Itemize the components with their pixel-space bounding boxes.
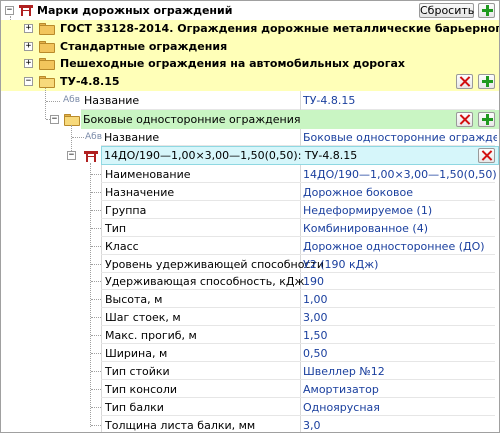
property-value[interactable]: 0,50 bbox=[303, 347, 497, 360]
text-field-icon: Абв bbox=[63, 95, 81, 105]
side-group-row[interactable]: − Боковые односторонние ограждения bbox=[1, 110, 499, 129]
expand-toggle[interactable]: + bbox=[24, 24, 33, 33]
delete-button[interactable] bbox=[456, 74, 473, 89]
delete-icon bbox=[460, 114, 470, 125]
side-name-value[interactable]: Боковые односторонние ограждения bbox=[303, 131, 497, 144]
item-label: 14ДО/190—1,00×3,00—1,50(0,50): ТУ-4.8.15 bbox=[104, 149, 358, 162]
property-label: Шаг стоек, м bbox=[105, 311, 181, 324]
property-row: Назначение Дорожное боковое bbox=[1, 183, 499, 201]
side-name-row: Абв Название Боковые односторонние ограж… bbox=[1, 129, 499, 146]
property-row: Высота, м 1,00 bbox=[1, 290, 499, 308]
reset-button[interactable]: Сбросить bbox=[419, 3, 474, 18]
property-row: Тип балки Одноярусная bbox=[1, 398, 499, 416]
property-row: Класс Дорожное одностороннее (ДО) bbox=[1, 237, 499, 255]
folder-open-icon bbox=[64, 114, 80, 126]
group-row[interactable]: + Пешеходные ограждения на автомобильных… bbox=[1, 56, 499, 72]
folder-open-icon bbox=[39, 76, 55, 88]
property-row: Тип консоли Амортизатор bbox=[1, 380, 499, 398]
side-group-label: Боковые односторонние ограждения bbox=[83, 113, 301, 126]
group-label: Пешеходные ограждения на автомобильных д… bbox=[60, 57, 406, 70]
property-row: Тип стойки Швеллер №12 bbox=[1, 362, 499, 380]
property-row: Ширина, м 0,50 bbox=[1, 344, 499, 362]
collapse-toggle[interactable]: − bbox=[50, 115, 59, 124]
expand-toggle[interactable]: + bbox=[24, 59, 33, 68]
property-label: Удерживающая способность, кДж bbox=[105, 275, 305, 288]
property-label: Тип bbox=[105, 222, 127, 235]
property-value[interactable]: 3,0 bbox=[303, 419, 497, 432]
folder-icon bbox=[39, 58, 55, 70]
property-value[interactable]: Недеформируемое (1) bbox=[303, 204, 497, 217]
property-label: Название bbox=[104, 131, 160, 144]
delete-button[interactable] bbox=[478, 148, 495, 163]
property-label: Назначение bbox=[105, 186, 175, 199]
property-label: Толщина листа балки, мм bbox=[105, 419, 256, 432]
property-value[interactable]: 1,50 bbox=[303, 329, 497, 342]
property-value[interactable]: Дорожное одностороннее (ДО) bbox=[303, 240, 497, 253]
property-label: Класс bbox=[105, 240, 139, 253]
property-label: Уровень удерживающей способности bbox=[105, 258, 325, 271]
property-value[interactable]: 190 bbox=[303, 275, 497, 288]
folder-icon bbox=[39, 23, 55, 35]
property-label: Наименование bbox=[105, 168, 191, 181]
property-row: Удерживающая способность, кДж 190 bbox=[1, 272, 499, 290]
add-button[interactable] bbox=[478, 3, 495, 18]
property-row: Шаг стоек, м 3,00 bbox=[1, 308, 499, 326]
property-value[interactable]: Швеллер №12 bbox=[303, 365, 497, 378]
group-row[interactable]: + Стандартные ограждения bbox=[1, 38, 499, 56]
collapse-toggle[interactable]: − bbox=[24, 77, 33, 86]
property-value[interactable]: Амортизатор bbox=[303, 383, 497, 396]
property-value[interactable]: Дорожное боковое bbox=[303, 186, 497, 199]
property-label: Тип консоли bbox=[105, 383, 178, 396]
group-label: ТУ-4.8.15 bbox=[60, 75, 120, 88]
properties-tree: − Марки дорожных ограждений Сбросить + Г… bbox=[0, 0, 500, 433]
property-label: Тип балки bbox=[105, 401, 164, 414]
delete-button[interactable] bbox=[456, 112, 473, 127]
group-row-tu[interactable]: − ТУ-4.8.15 bbox=[1, 72, 499, 91]
group-label: Стандартные ограждения bbox=[60, 40, 228, 53]
property-row: Наименование 14ДО/190—1,00×3,00—1,50(0,50… bbox=[1, 165, 499, 183]
property-value[interactable]: 3,00 bbox=[303, 311, 497, 324]
property-row: Тип Комбинированное (4) bbox=[1, 219, 499, 237]
property-value[interactable]: Одноярусная bbox=[303, 401, 497, 414]
delete-icon bbox=[482, 150, 492, 161]
property-label: Ширина, м bbox=[105, 347, 168, 360]
property-label: Макс. прогиб, м bbox=[105, 329, 197, 342]
root-row[interactable]: − Марки дорожных ограждений Сбросить bbox=[1, 1, 499, 20]
text-field-icon: Абв bbox=[85, 132, 103, 142]
property-value[interactable]: 1,00 bbox=[303, 293, 497, 306]
property-value[interactable]: Комбинированное (4) bbox=[303, 222, 497, 235]
collapse-toggle[interactable]: − bbox=[67, 151, 76, 160]
plus-icon bbox=[482, 76, 493, 87]
group-row[interactable]: + ГОСТ 33128-2014. Ограждения дорожные м… bbox=[1, 20, 499, 38]
tu-name-row: Абв Название ТУ-4.8.15 bbox=[1, 91, 499, 110]
expand-toggle[interactable]: + bbox=[24, 42, 33, 51]
property-label: Название bbox=[84, 94, 140, 107]
add-button[interactable] bbox=[478, 112, 495, 127]
plus-icon bbox=[482, 114, 493, 125]
guardrail-icon bbox=[84, 150, 98, 162]
folder-icon bbox=[39, 41, 55, 53]
property-label: Высота, м bbox=[105, 293, 163, 306]
guardrail-icon bbox=[19, 4, 33, 16]
property-label: Тип стойки bbox=[105, 365, 170, 378]
property-row: Группа Недеформируемое (1) bbox=[1, 201, 499, 219]
collapse-toggle[interactable]: − bbox=[5, 6, 14, 15]
property-row: Уровень удерживающей способности У2 (190 … bbox=[1, 255, 499, 273]
add-button[interactable] bbox=[478, 74, 495, 89]
plus-icon bbox=[482, 5, 493, 16]
property-value[interactable]: У2 (190 кДж) bbox=[303, 258, 497, 271]
property-row: Толщина листа балки, мм 3,0 bbox=[1, 416, 499, 432]
property-label: Группа bbox=[105, 204, 147, 217]
tu-name-value[interactable]: ТУ-4.8.15 bbox=[303, 94, 497, 107]
group-label: ГОСТ 33128-2014. Ограждения дорожные мет… bbox=[60, 22, 500, 35]
item-row[interactable]: − 14ДО/190—1,00×3,00—1,50(0,50): ТУ-4.8.… bbox=[1, 146, 499, 165]
property-row: Макс. прогиб, м 1,50 bbox=[1, 326, 499, 344]
delete-icon bbox=[460, 76, 470, 87]
root-title: Марки дорожных ограждений bbox=[37, 4, 233, 17]
property-value[interactable]: 14ДО/190—1,00×3,00—1,50(0,50): … bbox=[303, 168, 497, 181]
